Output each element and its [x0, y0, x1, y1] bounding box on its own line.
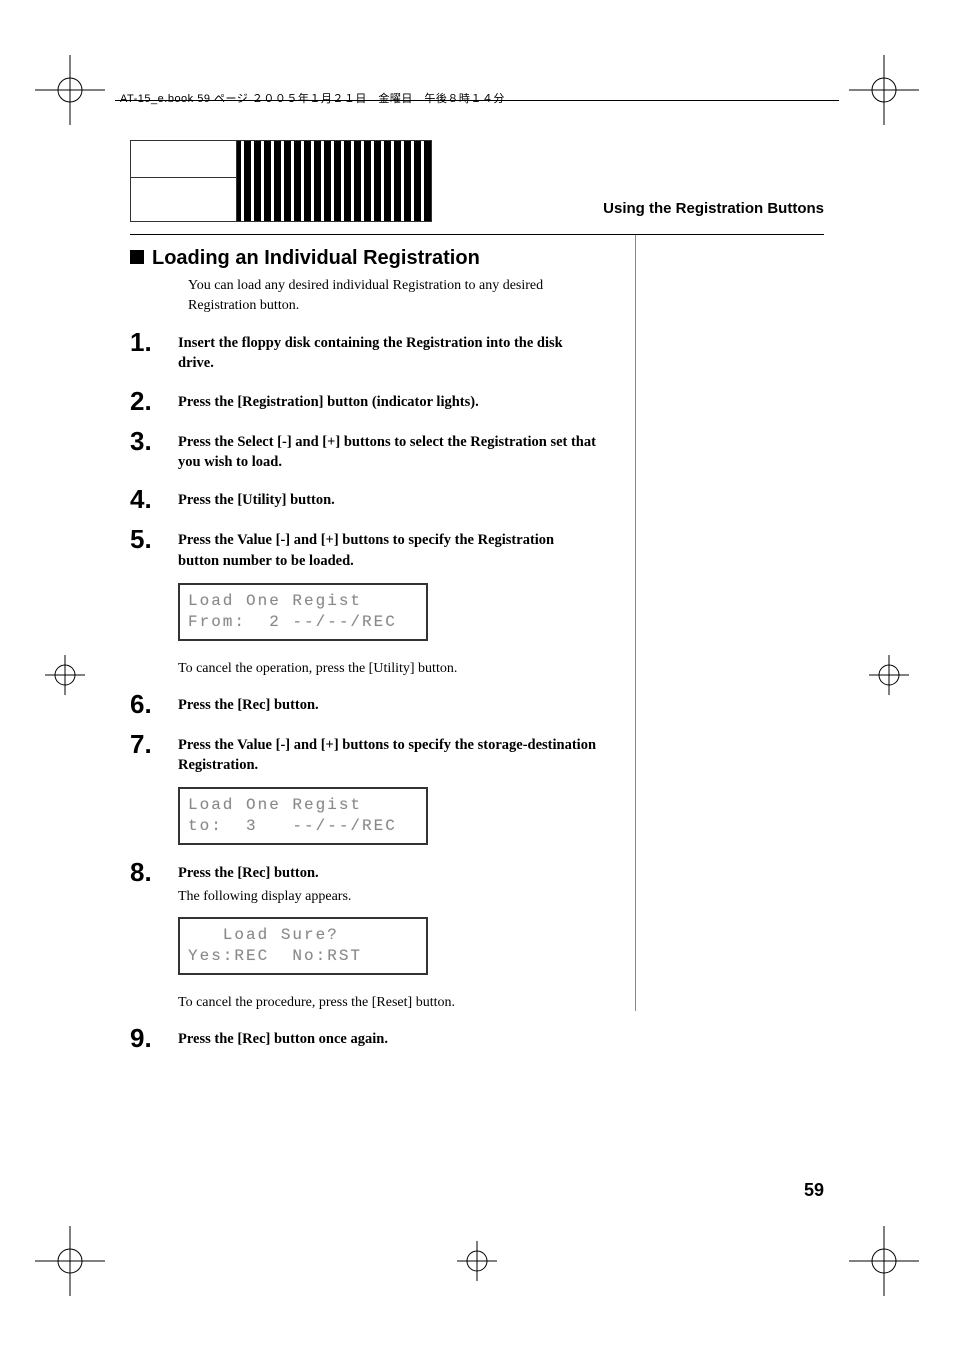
lcd-display: Load One Regist From: 2 --/--/REC: [178, 583, 428, 641]
intro-text: You can load any desired individual Regi…: [188, 276, 578, 315]
step-text: Press the Value [-] and [+] buttons to s…: [178, 735, 598, 776]
step-item: 6. Press the [Rec] button.: [130, 691, 824, 717]
registration-mark-bottom: [457, 1241, 497, 1281]
step-text: Press the Select [-] and [+] buttons to …: [178, 432, 598, 473]
step-text: Press the Value [-] and [+] buttons to s…: [178, 530, 598, 571]
lcd-line: From: 2 --/--/REC: [188, 612, 418, 633]
subsection-heading: Loading an Individual Registration: [130, 247, 824, 270]
step-item: 1. Insert the floppy disk containing the…: [130, 329, 824, 374]
step-number: 6.: [130, 691, 178, 717]
crop-mark-bottom-right: [849, 1226, 919, 1296]
lcd-display: Load Sure? Yes:REC No:RST: [178, 917, 428, 975]
lcd-line: Yes:REC No:RST: [188, 946, 418, 967]
section-title: Using the Registration Buttons: [603, 200, 824, 217]
step-text: Press the [Registration] button (indicat…: [178, 392, 598, 412]
crop-mark-top-right: [849, 55, 919, 125]
registration-mark-left: [45, 655, 85, 695]
lcd-line: Load Sure?: [188, 925, 418, 946]
heading-text: Loading an Individual Registration: [152, 247, 480, 269]
step-number: 9.: [130, 1025, 178, 1051]
step-number: 7.: [130, 731, 178, 757]
step-item: 4. Press the [Utility] button.: [130, 486, 824, 512]
step-item: 8. Press the [Rec] button. The following…: [130, 859, 824, 1011]
step-item: 9. Press the [Rec] button once again.: [130, 1025, 824, 1051]
cancel-note: To cancel the procedure, press the [Rese…: [178, 995, 598, 1011]
step-item: 7. Press the Value [-] and [+] buttons t…: [130, 731, 824, 845]
step-number: 4.: [130, 486, 178, 512]
step-number: 3.: [130, 428, 178, 454]
registration-mark-right: [869, 655, 909, 695]
step-item: 3. Press the Select [-] and [+] buttons …: [130, 428, 824, 473]
section-divider: [130, 234, 824, 235]
header-filename: AT-15_e.book 59 ページ ２００５年１月２１日 金曜日 午後８時１…: [120, 90, 505, 106]
step-text: Press the [Rec] button.: [178, 863, 598, 883]
following-display-note: The following display appears.: [178, 889, 598, 905]
crop-mark-bottom-left: [35, 1226, 105, 1296]
step-item: 5. Press the Value [-] and [+] buttons t…: [130, 526, 824, 676]
step-number: 2.: [130, 388, 178, 414]
step-number: 5.: [130, 526, 178, 552]
step-number: 8.: [130, 859, 178, 885]
keyboard-diagram: [130, 140, 432, 222]
crop-mark-top-left: [35, 55, 105, 125]
square-bullet-icon: [130, 250, 144, 264]
cancel-note: To cancel the operation, press the [Util…: [178, 661, 598, 677]
lcd-display: Load One Regist to: 3 --/--/REC: [178, 787, 428, 845]
step-text: Press the [Utility] button.: [178, 490, 598, 510]
step-item: 2. Press the [Registration] button (indi…: [130, 388, 824, 414]
step-text: Insert the floppy disk containing the Re…: [178, 333, 598, 374]
step-text: Press the [Rec] button once again.: [178, 1029, 598, 1049]
lcd-line: to: 3 --/--/REC: [188, 816, 418, 837]
page-number: 59: [804, 1180, 824, 1201]
lcd-line: Load One Regist: [188, 591, 418, 612]
column-rule: [635, 235, 636, 1011]
step-text: Press the [Rec] button.: [178, 695, 598, 715]
step-number: 1.: [130, 329, 178, 355]
lcd-line: Load One Regist: [188, 795, 418, 816]
